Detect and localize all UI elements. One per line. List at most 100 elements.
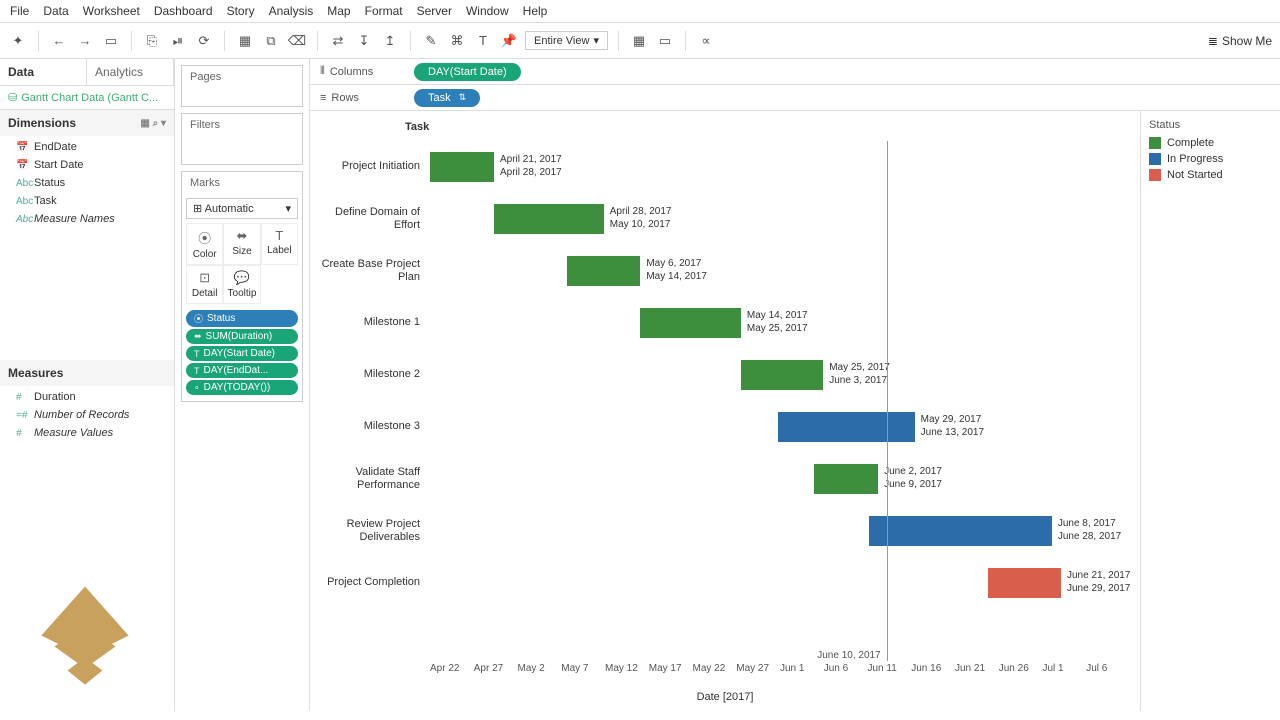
gantt-bar[interactable] — [869, 516, 1052, 546]
x-axis-title: Date [2017] — [697, 691, 754, 703]
duplicate-icon[interactable]: ⧉ — [261, 31, 281, 51]
fit-dropdown[interactable]: Entire View ▾ — [525, 31, 608, 50]
tableau-icon[interactable]: ✦ — [8, 31, 28, 51]
x-tick: May 17 — [649, 663, 693, 681]
share-icon[interactable]: ∝ — [696, 31, 716, 51]
menu-story[interactable]: Story — [227, 4, 255, 18]
pause-icon[interactable]: ⏯ — [168, 31, 188, 51]
rows-pill[interactable]: Task⇅ — [414, 89, 480, 107]
gantt-bar[interactable] — [741, 360, 823, 390]
cards-icon[interactable]: ▦ — [629, 31, 649, 51]
fit-label: Entire View — [534, 35, 589, 47]
bar-date-label: April 28, 2017May 10, 2017 — [610, 205, 672, 231]
swap-icon[interactable]: ⇄ — [328, 31, 348, 51]
gantt-bar[interactable] — [778, 412, 915, 442]
mark-pill[interactable]: TDAY(EndDat... — [186, 363, 298, 378]
menu-analysis[interactable]: Analysis — [269, 4, 314, 18]
measures-list: #Duration=#Number of Records#Measure Val… — [0, 386, 174, 444]
mark-pill[interactable]: ⦿Status — [186, 310, 298, 327]
save-icon[interactable]: ▭ — [101, 31, 121, 51]
field-status[interactable]: AbcStatus — [0, 174, 174, 192]
rows-icon: ≡ — [320, 92, 326, 104]
gantt-bar[interactable] — [988, 568, 1061, 598]
presentation-icon[interactable]: ▭ — [655, 31, 675, 51]
filters-shelf[interactable]: Filters — [181, 113, 303, 165]
x-tick: Jun 16 — [911, 663, 955, 681]
sort-asc-icon[interactable]: ↧ — [354, 31, 374, 51]
mark-pill[interactable]: ∘DAY(TODAY()) — [186, 380, 298, 395]
task-label: Validate Staff Performance — [310, 466, 430, 492]
menu-window[interactable]: Window — [466, 4, 509, 18]
task-label: Create Base Project Plan — [310, 258, 430, 284]
gantt-row: Project InitiationApril 21, 2017April 28… — [310, 141, 1140, 193]
field-type-icon: 📅 — [16, 142, 28, 153]
gantt-bar[interactable] — [814, 464, 878, 494]
marks-color-button[interactable]: ⦿Color — [186, 223, 223, 265]
marks-type-dropdown[interactable]: ⊞ Automatic ▾ — [186, 198, 298, 219]
rows-shelf[interactable]: ≡Rows Task⇅ — [310, 85, 1280, 111]
bar-date-label: May 6, 2017May 14, 2017 — [646, 257, 707, 283]
field-measure-values[interactable]: #Measure Values — [0, 424, 174, 442]
gantt-row: Milestone 1May 14, 2017May 25, 2017 — [310, 297, 1140, 349]
x-tick: Apr 22 — [430, 663, 474, 681]
bar-date-label: May 14, 2017May 25, 2017 — [747, 309, 808, 335]
gantt-bar[interactable] — [430, 152, 494, 182]
highlight-icon[interactable]: ✎ — [421, 31, 441, 51]
legend-item[interactable]: Not Started — [1149, 167, 1272, 183]
chart-area[interactable]: Task Project InitiationApril 21, 2017Apr… — [310, 111, 1140, 711]
field-duration[interactable]: #Duration — [0, 388, 174, 406]
field-start-date[interactable]: 📅Start Date — [0, 156, 174, 174]
field-measure-names[interactable]: AbcMeasure Names — [0, 210, 174, 228]
gantt-row: Milestone 2May 25, 2017June 3, 2017 — [310, 349, 1140, 401]
field-type-icon: Abc — [16, 196, 28, 207]
x-tick: May 27 — [736, 663, 780, 681]
gantt-row: Milestone 3May 29, 2017June 13, 2017 — [310, 401, 1140, 453]
menu-server[interactable]: Server — [417, 4, 452, 18]
clear-icon[interactable]: ⌫ — [287, 31, 307, 51]
columns-pill[interactable]: DAY(Start Date) — [414, 63, 521, 81]
columns-shelf[interactable]: ⦀Columns DAY(Start Date) — [310, 59, 1280, 85]
menu-file[interactable]: File — [10, 4, 29, 18]
mark-pill[interactable]: ⬌SUM(Duration) — [186, 329, 298, 344]
menu-dashboard[interactable]: Dashboard — [154, 4, 213, 18]
show-me-button[interactable]: ≣ Show Me — [1208, 34, 1272, 48]
marks-label-button[interactable]: TLabel — [261, 223, 298, 265]
legend-item[interactable]: Complete — [1149, 135, 1272, 151]
menu-worksheet[interactable]: Worksheet — [83, 4, 140, 18]
menu-data[interactable]: Data — [43, 4, 68, 18]
marks-size-button[interactable]: ⬌Size — [223, 223, 260, 265]
tab-data[interactable]: Data — [0, 59, 87, 85]
forward-icon[interactable]: → — [75, 31, 95, 51]
marks-detail-button[interactable]: ⊡Detail — [186, 265, 223, 304]
marks-tooltip-button[interactable]: 💬Tooltip — [223, 265, 260, 304]
pages-shelf[interactable]: Pages — [181, 65, 303, 107]
menu-help[interactable]: Help — [523, 4, 548, 18]
menu-map[interactable]: Map — [327, 4, 350, 18]
tab-analytics[interactable]: Analytics — [87, 59, 174, 85]
sort-desc-icon[interactable]: ↥ — [380, 31, 400, 51]
back-icon[interactable]: ← — [49, 31, 69, 51]
field-task[interactable]: AbcTask — [0, 192, 174, 210]
field-number-of-records[interactable]: =#Number of Records — [0, 406, 174, 424]
new-sheet-icon[interactable]: ▦ — [235, 31, 255, 51]
sort-icon: ⇅ — [459, 92, 467, 103]
gantt-bar[interactable] — [567, 256, 640, 286]
legend-item[interactable]: In Progress — [1149, 151, 1272, 167]
field-type-icon: # — [16, 428, 28, 439]
group-icon[interactable]: ⌘ — [447, 31, 467, 51]
gantt-bar[interactable] — [494, 204, 604, 234]
gantt-row: Create Base Project Plan May 6, 2017May 1… — [310, 245, 1140, 297]
gantt-bar[interactable] — [640, 308, 741, 338]
x-axis: Apr 22Apr 27May 2May 7May 12May 17May 22… — [430, 663, 1130, 681]
refresh-icon[interactable]: ⟳ — [194, 31, 214, 51]
pin-icon[interactable]: 📌 — [499, 31, 519, 51]
menu-format[interactable]: Format — [365, 4, 403, 18]
field-enddate[interactable]: 📅EndDate — [0, 138, 174, 156]
text-icon[interactable]: T — [473, 31, 493, 51]
new-datasource-icon[interactable]: ⎘ — [142, 31, 162, 51]
bar-date-label: May 25, 2017June 3, 2017 — [829, 361, 890, 387]
search-icon[interactable]: ▦ ⌕ ▾ — [140, 118, 166, 129]
task-label: Project Completion — [310, 576, 430, 589]
mark-pill[interactable]: TDAY(Start Date) — [186, 346, 298, 361]
datasource-name[interactable]: ⛁ Gantt Chart Data (Gantt C... — [0, 86, 174, 110]
